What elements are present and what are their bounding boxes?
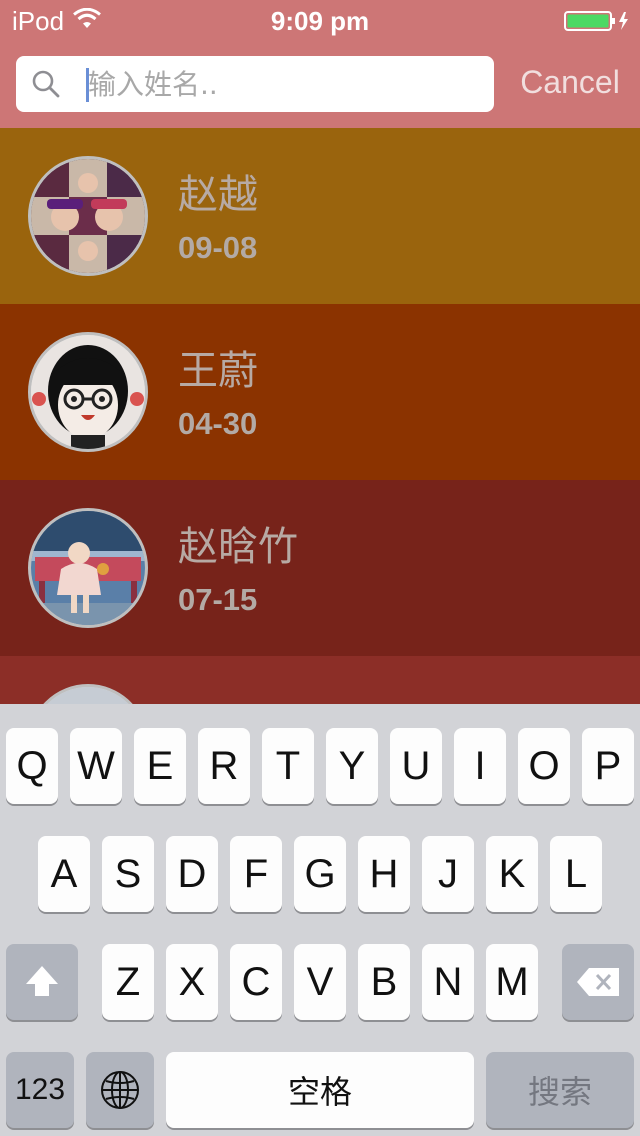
- key-f[interactable]: F: [230, 836, 282, 912]
- globe-key[interactable]: [86, 1052, 154, 1128]
- key-l[interactable]: L: [550, 836, 602, 912]
- key-m[interactable]: M: [486, 944, 538, 1020]
- key-u[interactable]: U: [390, 728, 442, 804]
- contact-row[interactable]: 王蔚 04-30: [0, 304, 640, 480]
- contact-row[interactable]: [0, 656, 640, 704]
- key-label: J: [438, 851, 458, 896]
- contact-name: 赵越: [178, 172, 258, 218]
- search-bar[interactable]: [16, 56, 494, 112]
- key-t[interactable]: T: [262, 728, 314, 804]
- key-label: V: [306, 959, 334, 1004]
- avatar: [28, 156, 148, 276]
- search-key[interactable]: 搜索: [486, 1052, 634, 1128]
- contact-name: 王蔚: [178, 348, 258, 394]
- search-icon: [32, 70, 60, 98]
- key-label: Q: [16, 743, 48, 788]
- contact-list[interactable]: 赵越 09-08 王蔚 04-30 赵晗竹 07-15: [0, 128, 640, 704]
- avatar: [28, 684, 148, 704]
- key-o[interactable]: O: [518, 728, 570, 804]
- key-label: M: [495, 959, 529, 1004]
- key-label: G: [304, 851, 336, 896]
- contact-row[interactable]: 赵晗竹 07-15: [0, 480, 640, 656]
- contact-date: 04-30: [178, 406, 258, 441]
- key-label: T: [275, 743, 301, 788]
- key-label: E: [146, 743, 174, 788]
- contact-date: 07-15: [178, 582, 258, 617]
- search-input[interactable]: [88, 62, 478, 106]
- key-i[interactable]: I: [454, 728, 506, 804]
- key-d[interactable]: D: [166, 836, 218, 912]
- delete-key[interactable]: [562, 944, 634, 1020]
- contact-name: 赵晗竹: [178, 524, 298, 570]
- key-label: R: [209, 743, 239, 788]
- key-label: C: [241, 959, 271, 1004]
- key-g[interactable]: G: [294, 836, 346, 912]
- key-r[interactable]: R: [198, 728, 250, 804]
- shift-key[interactable]: [6, 944, 78, 1020]
- key-p[interactable]: P: [582, 728, 634, 804]
- key-z[interactable]: Z: [102, 944, 154, 1020]
- space-key-label: 空格: [287, 1073, 352, 1111]
- key-label: B: [370, 959, 398, 1004]
- key-label: X: [178, 959, 206, 1004]
- key-j[interactable]: J: [422, 836, 474, 912]
- key-h[interactable]: H: [358, 836, 410, 912]
- delete-icon: [577, 968, 619, 996]
- key-label: I: [474, 743, 486, 788]
- key-label: Z: [115, 959, 141, 1004]
- search-key-label: 搜索: [527, 1073, 592, 1111]
- key-label: Y: [338, 743, 366, 788]
- key-w[interactable]: W: [70, 728, 122, 804]
- key-y[interactable]: Y: [326, 728, 378, 804]
- globe-icon: [101, 1071, 139, 1109]
- key-v[interactable]: V: [294, 944, 346, 1020]
- key-n[interactable]: N: [422, 944, 474, 1020]
- key-label: L: [564, 851, 588, 896]
- shift-icon: [26, 966, 58, 996]
- key-label: K: [498, 851, 526, 896]
- key-x[interactable]: X: [166, 944, 218, 1020]
- key-label: S: [114, 851, 142, 896]
- contact-row[interactable]: 赵越 09-08: [0, 128, 640, 304]
- avatar: [28, 332, 148, 452]
- key-label: F: [243, 851, 269, 896]
- key-a[interactable]: A: [38, 836, 90, 912]
- contact-date: 09-08: [178, 230, 258, 265]
- key-b[interactable]: B: [358, 944, 410, 1020]
- key-e[interactable]: E: [134, 728, 186, 804]
- key-label: N: [433, 959, 463, 1004]
- space-key[interactable]: 空格: [166, 1052, 474, 1128]
- cancel-button[interactable]: Cancel: [510, 60, 630, 104]
- status-time: 9:09 pm: [270, 6, 370, 36]
- numbers-key[interactable]: 123: [6, 1052, 74, 1128]
- key-label: H: [369, 851, 399, 896]
- status-bar: iPod 9:09 pm: [0, 0, 640, 40]
- key-q[interactable]: Q: [6, 728, 58, 804]
- key-label: D: [177, 851, 207, 896]
- key-label: P: [594, 743, 622, 788]
- key-label: W: [77, 743, 115, 788]
- avatar: [28, 508, 148, 628]
- key-label: U: [401, 743, 431, 788]
- numbers-key-label: 123: [14, 1073, 66, 1106]
- battery-icon: [564, 11, 628, 31]
- keyboard: 123 空格 搜索 QWERTYUIOP ASDFGHJKL ZXCVBNM: [0, 704, 640, 1136]
- key-label: O: [528, 743, 560, 788]
- key-label: A: [50, 851, 78, 896]
- key-s[interactable]: S: [102, 836, 154, 912]
- key-c[interactable]: C: [230, 944, 282, 1020]
- search-header: iPod 9:09 pm Cancel: [0, 0, 640, 128]
- key-k[interactable]: K: [486, 836, 538, 912]
